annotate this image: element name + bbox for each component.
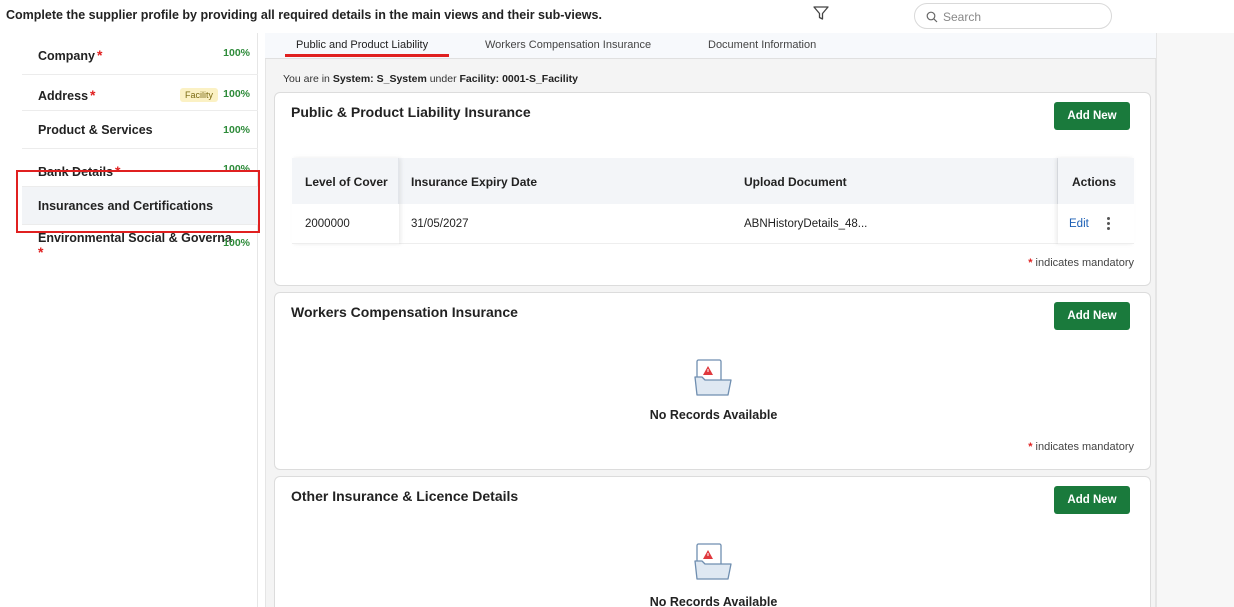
context-breadcrumb: You are in System: S_System under Facili… <box>283 73 578 85</box>
mandatory-note: * indicates mandatory <box>1028 257 1134 269</box>
sidebar-item-label: Company <box>38 49 95 63</box>
column-header: Upload Document <box>744 175 847 189</box>
sidebar-item-label: Environmental Social & Governa <box>38 231 232 245</box>
column-header: Actions <box>1072 175 1117 189</box>
completion-percent: 100% <box>223 124 250 136</box>
completion-percent: 100% <box>223 88 250 100</box>
column-divider <box>1057 158 1058 204</box>
sidebar-item-label: Address <box>38 89 89 103</box>
required-marker: * <box>90 87 96 103</box>
card-title: Workers Compensation Insurance <box>291 304 518 320</box>
card-title: Public & Product Liability Insurance <box>291 104 531 120</box>
empty-state-text: No Records Available <box>649 408 778 422</box>
sidebar-item-company[interactable]: Company * 100% <box>22 33 258 75</box>
add-new-button[interactable]: Add New <box>1054 102 1130 130</box>
column-header: Level of Cover <box>305 175 388 189</box>
sidebar-item-insurances-certifications[interactable]: Insurances and Certifications <box>22 187 258 225</box>
card-title: Other Insurance & Licence Details <box>291 488 519 504</box>
sidebar-item-label: Product & Services <box>38 123 153 137</box>
active-tab-indicator <box>285 54 449 57</box>
required-marker: * <box>1028 257 1033 269</box>
context-prefix: You are in <box>283 73 330 85</box>
empty-folder-icon <box>694 543 732 580</box>
mandatory-text: indicates mandatory <box>1035 441 1134 453</box>
column-header: Insurance Expiry Date <box>411 175 538 189</box>
cell-expiry-date: 31/05/2027 <box>411 218 469 230</box>
filter-icon[interactable] <box>812 5 830 21</box>
more-actions-icon[interactable] <box>1104 215 1112 233</box>
completion-percent: 100% <box>223 163 250 175</box>
empty-state-text: No Records Available <box>649 595 778 607</box>
required-marker: * <box>115 163 121 179</box>
mandatory-note: * indicates mandatory <box>1028 441 1134 453</box>
search-icon <box>926 11 938 23</box>
completion-percent: 100% <box>223 47 250 59</box>
empty-folder-icon <box>694 359 732 396</box>
page-instruction: Complete the supplier profile by providi… <box>6 8 602 22</box>
left-nav-panel: Company * 100% Address * Facility 100% Pro… <box>22 33 258 607</box>
workers-compensation-card: Workers Compensation Insurance Add New N… <box>274 292 1151 470</box>
table-header: Level of Cover Insurance Expiry Date Upl… <box>292 158 1134 204</box>
tab-document-information[interactable]: Document Information <box>708 39 816 51</box>
sidebar-item-address[interactable]: Address * Facility 100% <box>22 75 258 111</box>
sidebar-item-esg[interactable]: Environmental Social & Governa * 100% <box>22 225 258 265</box>
other-insurance-card: Other Insurance & Licence Details Add Ne… <box>274 476 1151 607</box>
add-new-button[interactable]: Add New <box>1054 486 1130 514</box>
sidebar-item-label: Insurances and Certifications <box>38 199 214 213</box>
required-marker: * <box>1028 441 1033 453</box>
edit-link[interactable]: Edit <box>1069 218 1089 230</box>
mandatory-text: indicates mandatory <box>1035 257 1134 269</box>
context-facility: Facility: 0001-S_Facility <box>459 73 578 85</box>
table-row: 2000000 31/05/2027 ABNHistoryDetails_48.… <box>292 204 1134 244</box>
context-middle: under <box>429 73 457 85</box>
context-system: System: S_System <box>332 73 427 85</box>
required-marker: * <box>38 244 44 260</box>
facility-badge: Facility <box>179 88 218 102</box>
cell-level-of-cover: 2000000 <box>305 218 350 230</box>
cell-upload-document[interactable]: ABNHistoryDetails_48... <box>744 218 867 230</box>
tab-workers-compensation[interactable]: Workers Compensation Insurance <box>485 39 651 51</box>
completion-percent: 100% <box>223 237 250 249</box>
sidebar-item-product-services[interactable]: Product & Services 100% <box>22 111 258 149</box>
public-liability-card: Public & Product Liability Insurance Add… <box>274 92 1151 286</box>
column-divider <box>398 158 399 204</box>
sidebar-item-label: Bank Details <box>38 165 114 179</box>
sidebar-item-bank-details[interactable]: Bank Details * 100% <box>22 149 258 187</box>
add-new-button[interactable]: Add New <box>1054 302 1130 330</box>
right-gutter <box>1156 33 1234 607</box>
required-marker: * <box>96 47 103 63</box>
search-input[interactable] <box>943 8 1103 25</box>
tab-public-product-liability[interactable]: Public and Product Liability <box>296 39 428 51</box>
search-box[interactable] <box>914 3 1112 29</box>
